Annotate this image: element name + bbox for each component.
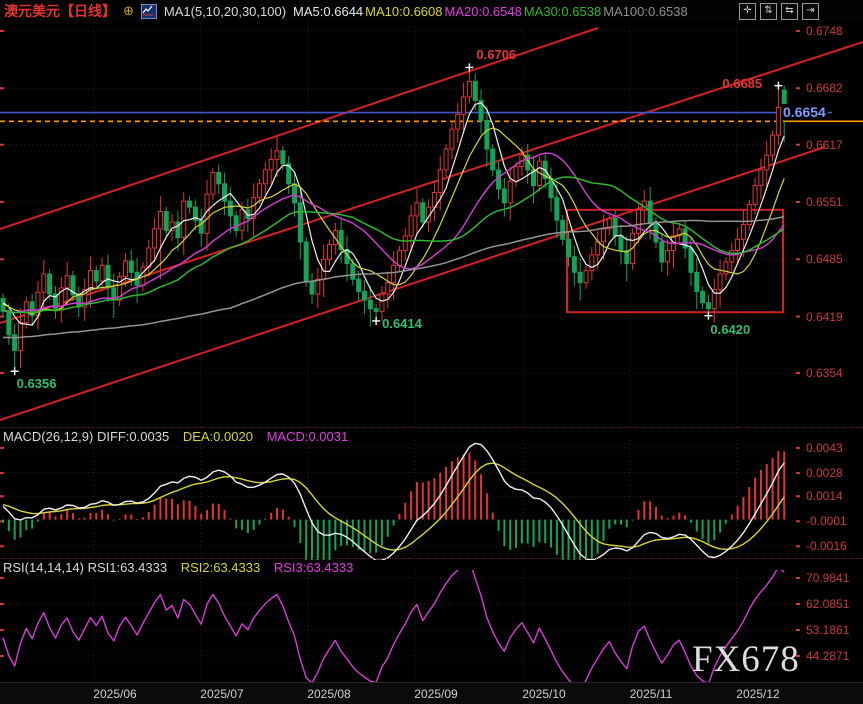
chart-title-bar: 澳元美元【日线】 ⊕ MA1(5,10,20,30,100) MA5:0.664… [0,0,863,22]
ma-readouts: MA5:0.6644MA10:0.6608MA20:0.6548MA30:0.6… [293,4,690,19]
chart-toolbar: ✛⇅⇆⇥ [739,3,819,20]
price-axis-label: 0.6617 [806,138,843,152]
price-axis-label: 0.6748 [806,24,843,38]
add-indicator-icon[interactable]: ⊕ [123,3,134,19]
time-axis-label: 2025/10 [522,687,565,701]
macd-dea-value: DEA:0.0020 [183,429,253,444]
macd-axis-label: 0.0014 [806,489,843,503]
macd-title: MACD(26,12,9) DIFF:0.0035 [3,429,169,444]
rsi3-value: RSI3:63.4333 [274,560,354,575]
rsi-axis-label: 70.9841 [806,571,849,585]
price-axis-label: 0.6551 [806,195,843,209]
price-annotation: 0.6356 [17,376,57,391]
rsi-axis-label: 53.1861 [806,623,849,637]
macd-header: MACD(26,12,9) DIFF:0.0035 DEA:0.0020 MAC… [3,429,348,444]
time-axis-label: 2025/12 [736,687,779,701]
time-axis-label: 2025/06 [93,687,136,701]
chart-type-icon[interactable] [141,4,157,19]
ma-value-label: MA100:0.6538 [603,4,688,19]
time-axis-label: 2025/09 [414,687,457,701]
pan-icon[interactable]: ✛ [739,3,756,20]
rsi2-value: RSI2:63.4333 [181,560,261,575]
macd-panel-chart[interactable] [0,440,863,560]
current-price-label: 0.6654 [781,104,828,120]
ma-value-label: MA20:0.6548 [445,4,522,19]
price-annotation: 0.6414 [382,316,422,331]
price-axis-label: 0.6354 [806,366,843,380]
rsi-header: RSI(14,14,14) RSI1:63.4333 RSI2:63.4333 … [3,560,353,575]
price-annotation: 0.6685 [722,76,762,91]
time-axis-label: 2025/11 [630,687,673,701]
macd-axis-label: 0.0028 [806,466,843,480]
scale-y-icon[interactable]: ⇅ [760,3,777,20]
price-annotation: 0.6420 [710,322,750,337]
macd-axis-label: -0.0001 [806,514,847,528]
macd-axis-label: -0.0016 [806,539,847,553]
time-axis-label: 2025/07 [200,687,243,701]
scale-x-icon[interactable]: ⇆ [781,3,798,20]
rsi-axis-label: 44.2871 [806,649,849,663]
ma-value-label: MA10:0.6608 [365,4,442,19]
price-axis-label: 0.6682 [806,81,843,95]
time-axis-label: 2025/08 [307,687,350,701]
price-axis-label: 0.6485 [806,252,843,266]
price-axis-label: 0.6419 [806,310,843,324]
ma-value-label: MA30:0.6538 [524,4,601,19]
rsi-axis-label: 62.0851 [806,597,849,611]
time-axis[interactable]: 2025/06 2025/07 2025/08 2025/09 2025/10 2025/… [0,682,863,704]
macd-axis-label: 0.0043 [806,441,843,455]
trading-chart-window: 澳元美元【日线】 ⊕ MA1(5,10,20,30,100) MA5:0.664… [0,0,863,704]
panel-separator [0,427,863,428]
macd-macd-value: MACD:0.0031 [267,429,349,444]
shift-right-icon[interactable]: ⇥ [802,3,819,20]
watermark: FX678 [692,638,800,681]
ma-settings-label: MA1(5,10,20,30,100) [164,4,286,19]
rsi-title: RSI(14,14,14) RSI1:63.4333 [3,560,167,575]
panel-separator [0,558,863,559]
symbol-label: 澳元美元【日线】 [4,1,116,21]
price-annotation: 0.6706 [476,47,516,62]
ma-value-label: MA5:0.6644 [293,4,363,19]
